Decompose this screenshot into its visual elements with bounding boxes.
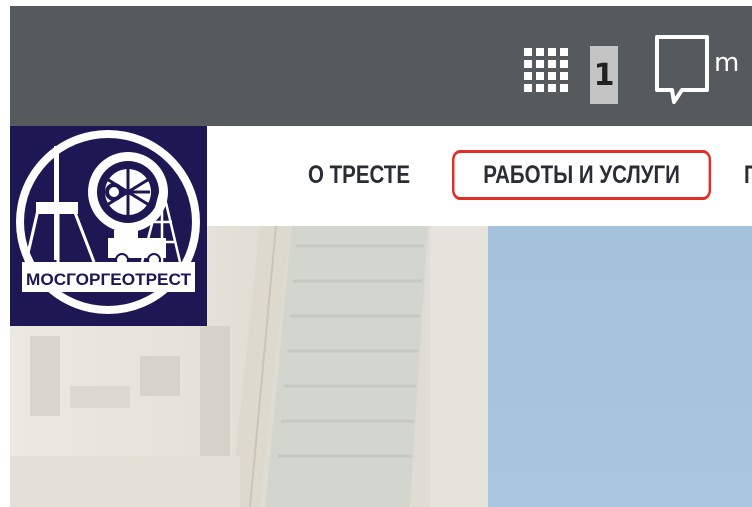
top-bar: [10, 6, 752, 126]
nav-item-next[interactable]: П: [744, 150, 752, 200]
user-name-partial[interactable]: m: [714, 48, 739, 78]
nav-item-works-services[interactable]: РАБОТЫ И УСЛУГИ: [452, 150, 712, 200]
site-logo[interactable]: МОСГОРГЕОТРЕСТ: [10, 126, 207, 326]
nav-item-about[interactable]: О ТРЕСТЕ: [308, 150, 410, 200]
apps-grid-icon[interactable]: [524, 48, 574, 98]
logo-text: МОСГОРГЕОТРЕСТ: [26, 270, 192, 289]
logo-emblem-icon: МОСГОРГЕОТРЕСТ: [16, 130, 200, 314]
chat-bubble-icon[interactable]: [652, 32, 712, 106]
hero-sky: [488, 226, 752, 507]
nav-item-works-services-label: РАБОТЫ И УСЛУГИ: [483, 160, 680, 189]
notification-badge[interactable]: 1: [590, 46, 618, 104]
